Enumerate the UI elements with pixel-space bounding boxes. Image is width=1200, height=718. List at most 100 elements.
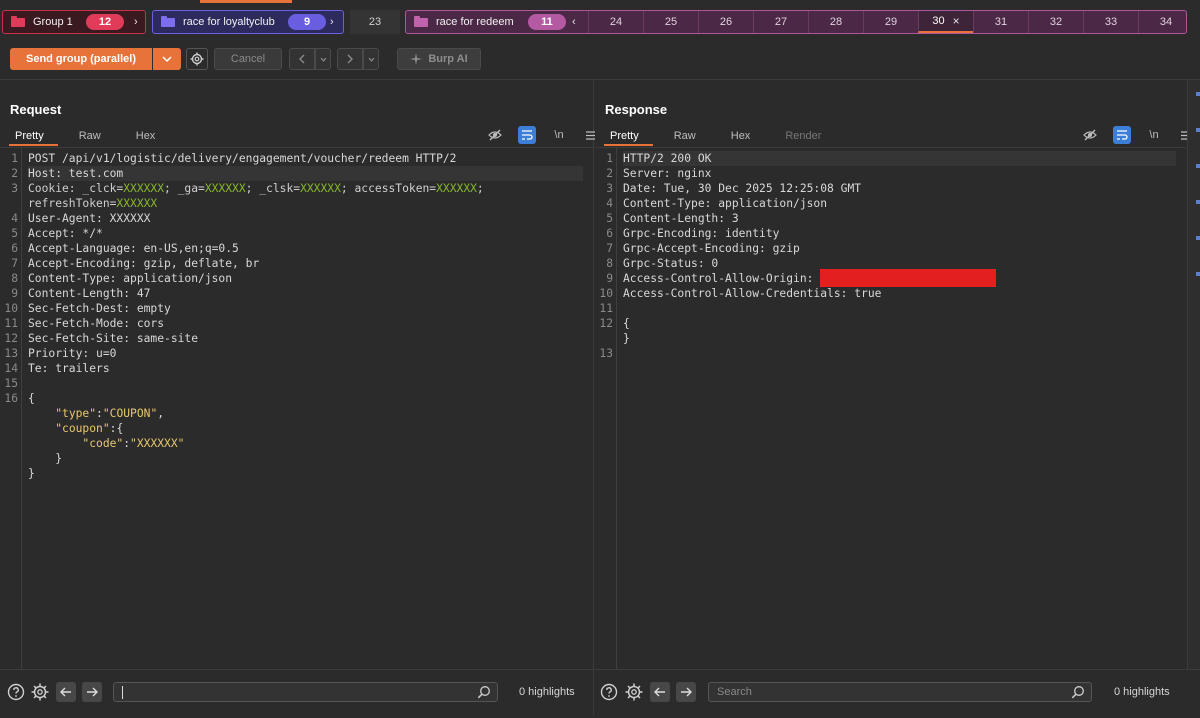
tab-24[interactable]: 24 xyxy=(588,11,643,33)
wrap-lines-icon[interactable] xyxy=(1113,126,1131,144)
folder-icon xyxy=(11,15,25,27)
json-type-line: "type":"COUPON", xyxy=(55,407,165,420)
tab-group-redeem[interactable]: race for redeem 11 ‹ 24 25 26 27 28 29 3… xyxy=(405,10,1187,34)
tab-26[interactable]: 26 xyxy=(698,11,753,33)
close-icon[interactable]: × xyxy=(953,14,960,28)
request-tabs: Pretty Raw Hex xyxy=(0,126,175,146)
hide-icon[interactable] xyxy=(486,126,504,144)
tab-group-label: Group 1 xyxy=(33,16,73,28)
strip-marker xyxy=(1196,236,1200,240)
chevron-right-icon xyxy=(347,54,353,64)
tab-31[interactable]: 31 xyxy=(973,11,1028,33)
back-history-dropdown[interactable] xyxy=(315,48,331,70)
strip-marker xyxy=(1196,92,1200,96)
tab-render[interactable]: Render xyxy=(785,126,841,146)
chevron-down-icon xyxy=(368,57,374,62)
request-search-input-box[interactable] xyxy=(113,682,498,702)
tab-33[interactable]: 33 xyxy=(1083,11,1138,33)
tab-raw[interactable]: Raw xyxy=(79,126,121,146)
tab-group-loyaltyclub[interactable]: race for loyaltyclub 9 › xyxy=(152,10,344,34)
code-line: refreshToken=XXXXXX xyxy=(0,196,593,211)
next-match-button[interactable] xyxy=(676,682,696,702)
tab-pretty[interactable]: Pretty xyxy=(9,126,64,146)
newline-icon[interactable]: \n xyxy=(550,126,568,144)
tab-hex[interactable]: Hex xyxy=(731,126,771,146)
code-line: } xyxy=(28,467,35,480)
chevron-left-icon[interactable]: ‹ xyxy=(572,16,576,28)
request-editor[interactable]: 1 POST /api/v1/logistic/delivery/engageme… xyxy=(0,147,593,669)
wrap-lines-icon[interactable] xyxy=(518,126,536,144)
arrow-left-icon xyxy=(654,687,665,697)
request-editor-icons: \n xyxy=(486,126,600,144)
tab-group-1[interactable]: Group 1 12 › xyxy=(2,10,146,34)
response-code: 1 HTTP/2 200 OK 2 Server: nginx 3 Date: Tue… xyxy=(595,151,1186,361)
search-icon xyxy=(477,686,490,699)
tab-group-count: 9 xyxy=(288,14,326,30)
response-title: Response xyxy=(605,102,668,117)
tab-group-label: race for redeem xyxy=(436,16,514,28)
tab-27[interactable]: 27 xyxy=(753,11,808,33)
code-line: 9 Access-Control-Allow-Origin: xyxy=(595,268,1186,287)
previous-match-button[interactable] xyxy=(56,682,76,702)
code-line: 10 Access-Control-Allow-Credentials: true xyxy=(599,287,882,300)
response-search-input-box[interactable] xyxy=(708,682,1092,702)
burp-ai-label: Burp AI xyxy=(428,53,468,65)
tab-29[interactable]: 29 xyxy=(863,11,918,33)
tab-28[interactable]: 28 xyxy=(808,11,863,33)
response-editor-icons: \n xyxy=(1081,126,1195,144)
tab-group-count: 12 xyxy=(86,14,124,30)
next-match-button[interactable] xyxy=(82,682,102,702)
code-line: "code":"XXXXXX" xyxy=(0,436,593,451)
code-line: 5 Content-Length: 3 xyxy=(606,212,739,225)
forward-history-dropdown[interactable] xyxy=(363,48,379,70)
sparkle-icon xyxy=(410,53,423,65)
chevron-right-icon[interactable]: › xyxy=(134,16,138,28)
response-search-input[interactable] xyxy=(717,684,1017,700)
request-search-input[interactable] xyxy=(122,684,422,700)
highlights-count: 0 highlights xyxy=(1114,686,1170,698)
code-line: 10 Sec-Fetch-Dest: empty xyxy=(4,302,171,315)
tab-30[interactable]: 30 × xyxy=(918,11,973,33)
tab-raw[interactable]: Raw xyxy=(674,126,716,146)
strip-marker xyxy=(1196,272,1200,276)
forward-button[interactable] xyxy=(337,48,363,70)
send-group-button[interactable]: Send group (parallel) xyxy=(10,48,152,70)
code-line: 4 User-Agent: XXXXXX xyxy=(11,212,151,225)
code-line: "type":"COUPON", xyxy=(0,406,593,421)
code-line: 11 Sec-Fetch-Mode: cors xyxy=(4,317,165,330)
code-line: 12{ xyxy=(599,317,630,330)
gear-icon[interactable] xyxy=(30,682,50,702)
cancel-button[interactable]: Cancel xyxy=(214,48,282,70)
settings-button[interactable] xyxy=(186,48,208,70)
arrow-right-icon xyxy=(681,687,692,697)
code-line: 15 xyxy=(4,377,18,390)
back-button[interactable] xyxy=(289,48,315,70)
code-line: 13 Priority: u=0 xyxy=(4,347,117,360)
json-code-line: "code":"XXXXXX" xyxy=(82,437,185,450)
previous-match-button[interactable] xyxy=(650,682,670,702)
code-line: 7 Accept-Encoding: gzip, deflate, br xyxy=(11,257,260,270)
response-panel: Response Pretty Raw Hex Render \n 1 HTTP/… xyxy=(595,80,1192,669)
right-side-strip xyxy=(1187,80,1200,669)
tab-25[interactable]: 25 xyxy=(643,11,698,33)
code-line: 14 Te: trailers xyxy=(4,362,110,375)
tab-hex[interactable]: Hex xyxy=(136,126,176,146)
code-line: "coupon":{ xyxy=(0,421,593,436)
send-options-dropdown[interactable] xyxy=(153,48,181,70)
tab-34[interactable]: 34 xyxy=(1138,11,1193,33)
chevron-right-icon[interactable]: › xyxy=(330,16,334,28)
tab-pretty[interactable]: Pretty xyxy=(604,126,659,146)
code-line: 6 Grpc-Encoding: identity xyxy=(606,227,780,240)
tab-23[interactable]: 23 xyxy=(350,10,400,34)
help-icon[interactable] xyxy=(6,682,26,702)
response-editor[interactable]: 1 HTTP/2 200 OK 2 Server: nginx 3 Date: Tue… xyxy=(595,147,1186,669)
help-icon[interactable] xyxy=(599,682,619,702)
cookie-line: Cookie: _clck=XXXXXX; _ga=XXXXXX; _clsk=… xyxy=(28,182,484,195)
folder-icon xyxy=(414,15,428,27)
tab-32[interactable]: 32 xyxy=(1028,11,1083,33)
burp-ai-button[interactable]: Burp AI xyxy=(397,48,481,70)
hide-icon[interactable] xyxy=(1081,126,1099,144)
gear-icon[interactable] xyxy=(624,682,644,702)
newline-icon[interactable]: \n xyxy=(1145,126,1163,144)
redaction-box xyxy=(820,268,997,287)
